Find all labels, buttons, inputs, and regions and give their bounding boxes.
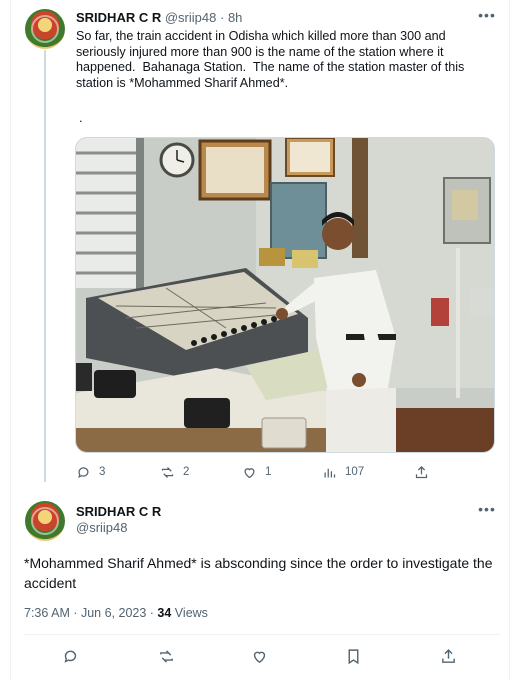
share-icon xyxy=(442,648,455,663)
reply-count: 3 xyxy=(99,466,106,478)
bookmark-button[interactable] xyxy=(345,647,362,665)
tweet-meta: 7:36 AM · Jun 6, 2023 · 34 Views xyxy=(24,606,208,620)
tweet-trailing-text: . xyxy=(79,110,83,125)
like-button[interactable] xyxy=(251,647,268,665)
divider xyxy=(24,634,500,635)
tweet-time[interactable]: 8h xyxy=(228,10,242,25)
author-name[interactable]: SRIDHAR C R xyxy=(76,504,161,519)
bookmark-icon xyxy=(348,648,359,664)
retweet-icon xyxy=(160,649,173,663)
share-button[interactable] xyxy=(414,463,429,481)
tweet-header: SRIDHAR C R @sriip48 · 8h xyxy=(76,10,242,26)
retweet-icon xyxy=(161,466,174,478)
tweet-text: *Mohammed Sharif Ahmed* is absconding si… xyxy=(24,555,493,591)
like-icon xyxy=(244,467,255,478)
tweet-actions: 3 2 1 107 xyxy=(76,463,496,481)
share-button[interactable] xyxy=(440,647,457,665)
like-icon xyxy=(253,651,266,663)
views-button[interactable]: 107 xyxy=(322,463,364,481)
author-name[interactable]: SRIDHAR C R xyxy=(76,10,161,25)
like-count: 1 xyxy=(265,466,272,478)
views-count[interactable]: 34 xyxy=(157,606,171,620)
share-icon xyxy=(415,465,428,478)
tweet-actions xyxy=(24,647,500,667)
views-label: Views xyxy=(171,606,208,620)
like-button[interactable]: 1 xyxy=(242,463,271,481)
reply-icon xyxy=(78,466,89,478)
more-icon[interactable]: ••• xyxy=(478,502,496,520)
author-handle[interactable]: @sriip48 xyxy=(76,520,128,535)
tweet-text-line: So far, the train accident in Odisha whi… xyxy=(76,29,446,43)
thread-connector-line xyxy=(44,50,46,482)
retweet-button[interactable]: 2 xyxy=(160,463,189,481)
tweet-text-line: station is *Mohammed Sharif Ahmed*. xyxy=(76,75,289,90)
avatar[interactable] xyxy=(25,501,65,541)
tweet-text-line: seriously injured more than 900 is the n… xyxy=(76,44,444,59)
reply-icon xyxy=(64,650,77,663)
tweet-text: So far, the train accident in Odisha whi… xyxy=(76,29,496,91)
views-count: 107 xyxy=(345,466,365,478)
tweet-text-line: happened. Bahanaga Station. The name of … xyxy=(76,60,465,75)
more-icon[interactable]: ••• xyxy=(478,8,496,26)
station-office-photo xyxy=(76,138,494,452)
views-icon xyxy=(324,468,336,477)
header-separator: · xyxy=(219,10,225,25)
avatar[interactable] xyxy=(25,9,65,49)
tweet-timestamp[interactable]: 7:36 AM · Jun 6, 2023 · xyxy=(24,606,157,620)
tweet-photo[interactable] xyxy=(75,137,495,453)
retweet-count: 2 xyxy=(183,466,190,478)
reply-button[interactable] xyxy=(62,647,79,665)
reply-button[interactable]: 3 xyxy=(76,463,105,481)
retweet-button[interactable] xyxy=(158,647,175,665)
author-handle[interactable]: @sriip48 xyxy=(165,10,217,25)
